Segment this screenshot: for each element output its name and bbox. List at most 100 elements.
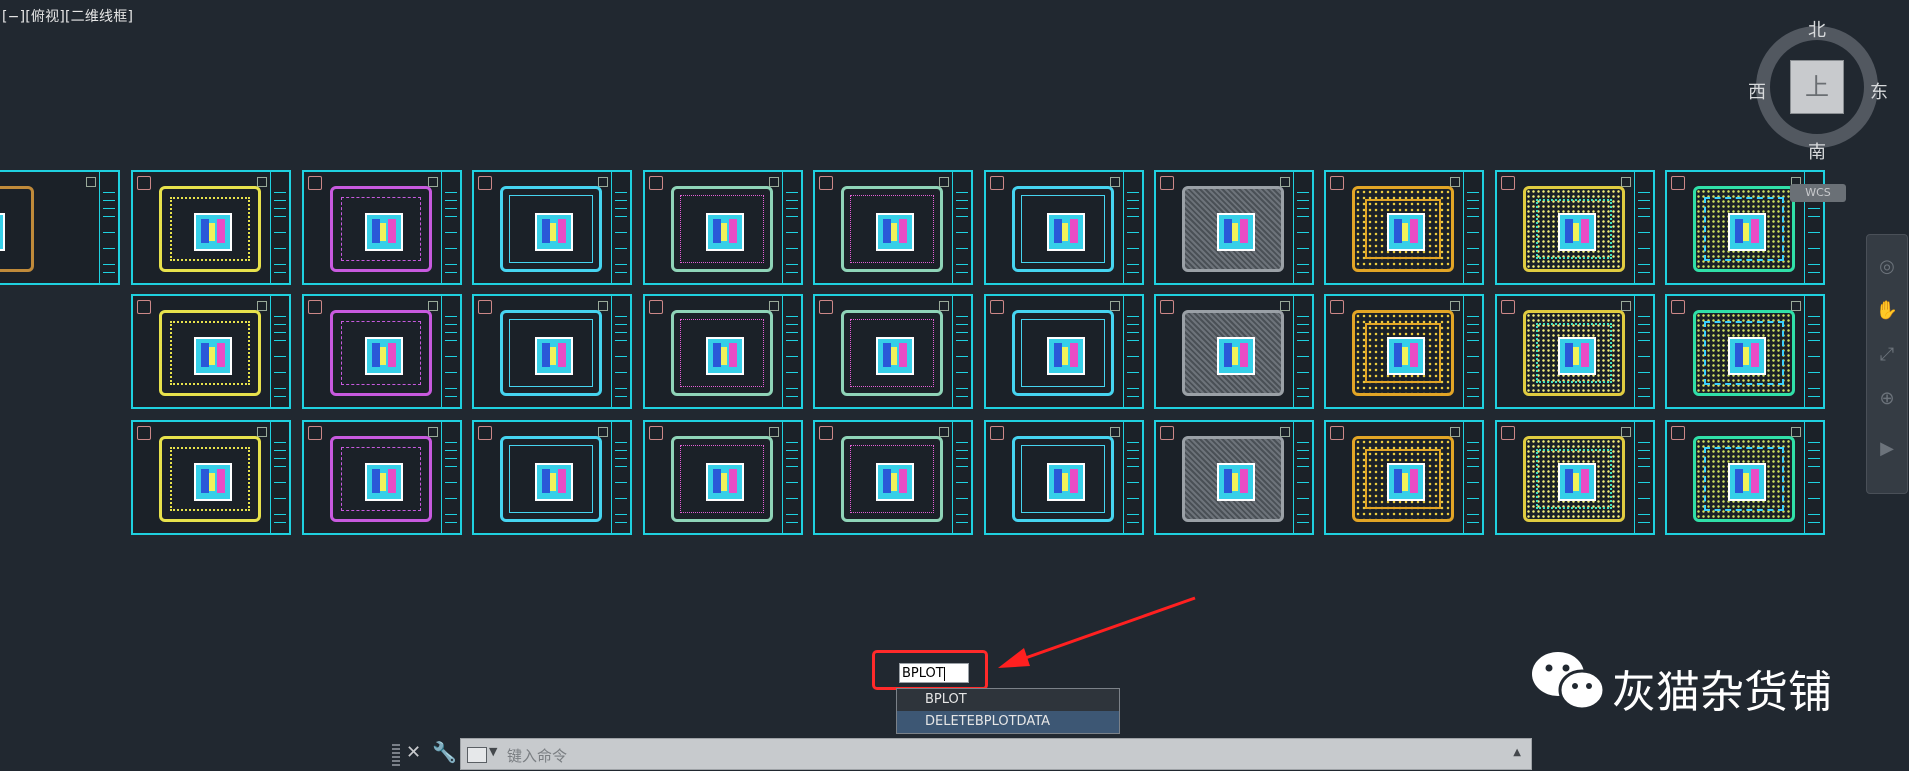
autocomplete-item-deletebplotdata[interactable]: DELETEBPLOTDATA	[897, 711, 1119, 733]
drawing-sheet[interactable]	[1324, 294, 1484, 409]
floor-plan	[1693, 186, 1795, 272]
drawing-sheet[interactable]	[1495, 170, 1655, 285]
wechat-logo-icon	[1532, 652, 1606, 711]
sheet-logo	[1501, 176, 1515, 190]
drawing-sheet[interactable]	[0, 170, 120, 285]
building-core	[1558, 337, 1596, 375]
command-history-chevron-up-icon[interactable]: ▲	[1513, 747, 1521, 758]
sheet-north-mark	[769, 427, 779, 437]
sheet-title-block	[1293, 296, 1312, 407]
floor-plan	[841, 436, 943, 522]
drawing-sheet[interactable]	[1324, 420, 1484, 535]
drawing-sheet[interactable]	[472, 170, 632, 285]
sheet-north-mark	[1450, 177, 1460, 187]
drawing-sheet[interactable]	[984, 294, 1144, 409]
sheet-north-mark	[428, 301, 438, 311]
compass-east[interactable]: 东	[1870, 78, 1888, 104]
sheet-title-block	[611, 172, 630, 283]
drawing-sheet[interactable]	[472, 294, 632, 409]
drawing-sheet[interactable]	[1154, 170, 1314, 285]
sheet-title-block	[1804, 422, 1823, 533]
building-core	[365, 213, 403, 251]
drawing-sheet[interactable]	[1154, 420, 1314, 535]
chevron-down-icon[interactable]: ▼	[489, 745, 497, 758]
sheet-logo	[819, 176, 833, 190]
building-core	[1047, 463, 1085, 501]
floor-plan	[500, 310, 602, 396]
building-core	[535, 337, 573, 375]
sheet-title-block	[782, 422, 801, 533]
dynamic-input-field[interactable]: BPLOT	[899, 663, 969, 683]
command-line-grip[interactable]	[392, 744, 400, 766]
floor-plan	[671, 310, 773, 396]
drawing-sheet[interactable]	[984, 420, 1144, 535]
sheet-logo	[137, 300, 151, 314]
sheet-north-mark	[1280, 301, 1290, 311]
drawing-sheet[interactable]	[1665, 420, 1825, 535]
drawing-sheet[interactable]	[984, 170, 1144, 285]
autocomplete-item-bplot[interactable]: BPLOT	[897, 689, 1119, 711]
sheet-north-mark	[86, 177, 96, 187]
drawing-sheet[interactable]	[1665, 294, 1825, 409]
sheet-title-block	[441, 172, 460, 283]
building-core	[1217, 213, 1255, 251]
compass-south[interactable]: 南	[1808, 138, 1826, 164]
view-cube-top-face[interactable]: 上	[1790, 60, 1844, 114]
sheet-title-block	[270, 422, 289, 533]
pan-icon[interactable]: ✋	[1875, 299, 1899, 323]
sheet-title-block	[1293, 172, 1312, 283]
sheet-title-block	[952, 296, 971, 407]
compass-north[interactable]: 北	[1808, 16, 1826, 42]
floor-plan	[1182, 310, 1284, 396]
wcs-menu[interactable]: WCS	[1790, 184, 1846, 202]
drawing-sheet[interactable]	[1495, 294, 1655, 409]
sheet-north-mark	[1280, 427, 1290, 437]
sheet-title-block	[1634, 296, 1653, 407]
floor-plan	[841, 310, 943, 396]
drawing-sheet[interactable]	[131, 294, 291, 409]
sheet-north-mark	[257, 427, 267, 437]
drawing-sheet[interactable]	[813, 294, 973, 409]
drawing-sheet[interactable]	[643, 170, 803, 285]
floor-plan	[1182, 186, 1284, 272]
sheet-north-mark	[1621, 301, 1631, 311]
sheet-north-mark	[1621, 427, 1631, 437]
sheet-logo	[137, 176, 151, 190]
drawing-sheet[interactable]	[643, 294, 803, 409]
drawing-sheet[interactable]	[131, 420, 291, 535]
orbit-icon[interactable]: ⊕	[1875, 387, 1899, 411]
view-cube[interactable]: 上 北 南 西 东	[1748, 16, 1890, 163]
full-navigation-wheel-icon[interactable]: ◎	[1875, 255, 1899, 279]
drawing-sheet[interactable]	[813, 170, 973, 285]
compass-west[interactable]: 西	[1748, 78, 1766, 104]
drawing-sheet[interactable]	[1495, 420, 1655, 535]
viewport-label[interactable]: [−][俯视][二维线框]	[2, 6, 133, 26]
drawing-sheet[interactable]	[1154, 294, 1314, 409]
command-placeholder: 键入命令	[507, 747, 568, 765]
drawing-sheet[interactable]	[302, 170, 462, 285]
floor-plan	[1693, 436, 1795, 522]
sheet-logo	[1330, 176, 1344, 190]
zoom-icon[interactable]: ⤢	[1875, 343, 1899, 367]
floor-plan	[841, 186, 943, 272]
drawing-sheet[interactable]	[472, 420, 632, 535]
building-core	[194, 337, 232, 375]
customize-wrench-icon[interactable]: 🔧	[432, 740, 457, 764]
showmotion-icon[interactable]: ▶	[1875, 437, 1899, 461]
drawing-sheet[interactable]	[1324, 170, 1484, 285]
drawing-sheet[interactable]	[131, 170, 291, 285]
recent-commands-icon[interactable]	[467, 747, 487, 763]
sheet-north-mark	[939, 177, 949, 187]
drawing-sheet[interactable]	[813, 420, 973, 535]
floor-plan	[159, 186, 261, 272]
close-icon[interactable]: ✕	[406, 742, 421, 763]
command-input[interactable]: ▼ 键入命令 ▲	[460, 738, 1532, 770]
drawing-sheet[interactable]	[643, 420, 803, 535]
drawing-sheet[interactable]	[302, 420, 462, 535]
building-core	[365, 337, 403, 375]
sheet-title-block	[1804, 296, 1823, 407]
sheet-title-block	[441, 296, 460, 407]
drawing-sheet[interactable]	[302, 294, 462, 409]
sheet-title-block	[270, 296, 289, 407]
floor-plan	[159, 436, 261, 522]
